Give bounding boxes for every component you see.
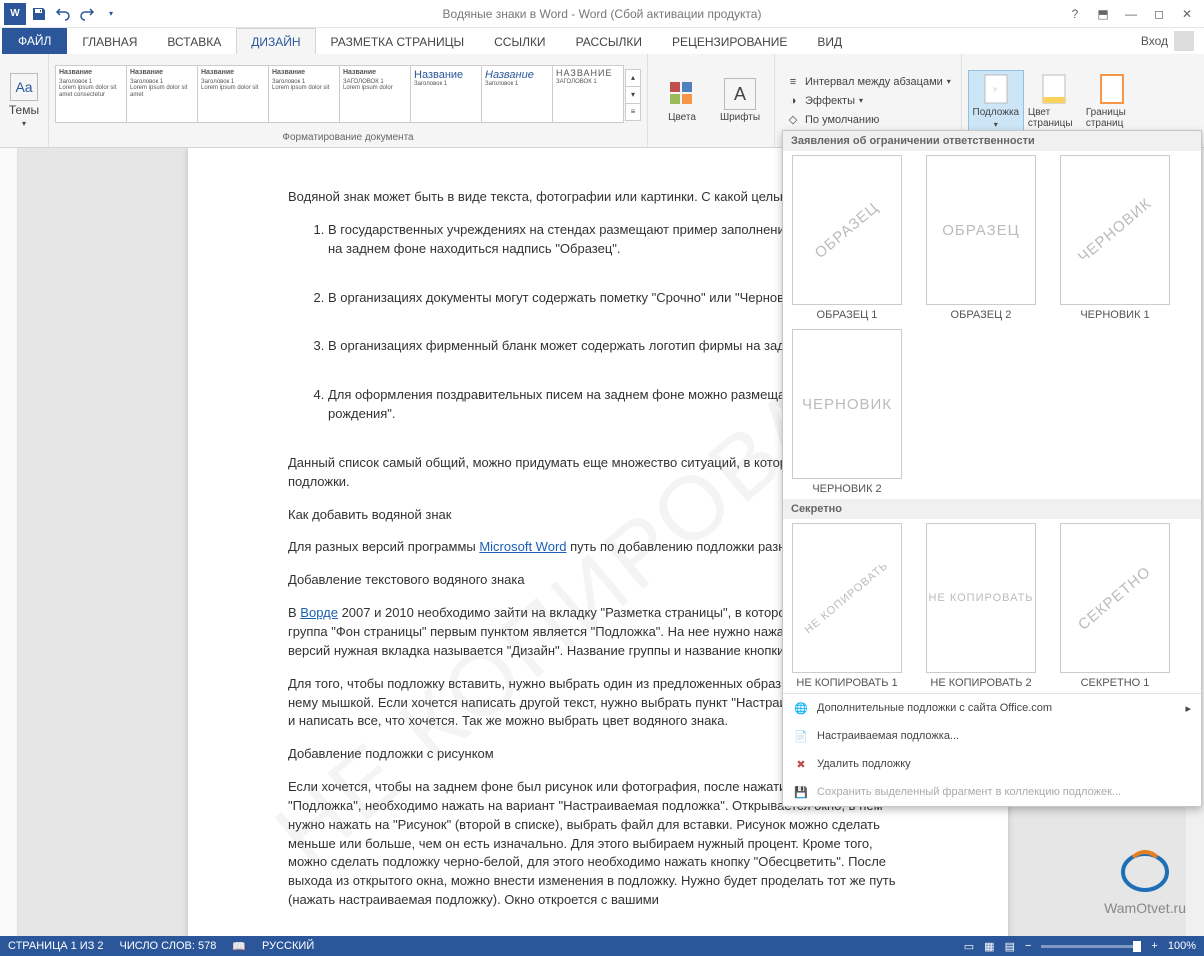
tab-file[interactable]: ФАЙЛ — [2, 28, 67, 54]
vertical-ruler[interactable] — [0, 148, 18, 936]
avatar-icon — [1174, 31, 1194, 51]
help-button[interactable]: ? — [1062, 3, 1088, 25]
format-tile[interactable]: НазваниеЗаголовок 1Lorem ipsum dolor sit… — [126, 65, 198, 123]
gallery-item[interactable]: ЧЕРНОВИКЧЕРНОВИК 2 — [787, 329, 907, 495]
redo-icon[interactable] — [76, 3, 98, 25]
status-page[interactable]: СТРАНИЦА 1 ИЗ 2 — [8, 940, 104, 952]
status-words[interactable]: ЧИСЛО СЛОВ: 578 — [120, 940, 217, 952]
window-title: Водяные знаки в Word - Word (Сбой актива… — [0, 7, 1204, 21]
gallery-item[interactable]: ОБРАЗЕЦОБРАЗЕЦ 1 — [787, 155, 907, 321]
watermark-button[interactable]: AПодложка▾ — [968, 70, 1024, 132]
format-tile[interactable]: НАЗВАНИЕЗАГОЛОВОК 1 — [552, 65, 624, 123]
gallery-grid: НЕ КОПИРОВАТЬНЕ КОПИРОВАТЬ 1 НЕ КОПИРОВА… — [783, 519, 1201, 693]
effects-icon: ◑ — [785, 93, 801, 109]
gallery-section-header: Заявления об ограничении ответственности — [783, 131, 1201, 151]
colors-icon — [666, 78, 698, 110]
titlebar: W ▾ Водяные знаки в Word - Word (Сбой ак… — [0, 0, 1204, 28]
tab-references[interactable]: ССЫЛКИ — [479, 28, 560, 54]
sign-in[interactable]: Вход — [1131, 28, 1204, 54]
tab-review[interactable]: РЕЦЕНЗИРОВАНИЕ — [657, 28, 802, 54]
default-icon: ◇ — [785, 112, 801, 128]
tab-insert[interactable]: ВСТАВКА — [152, 28, 236, 54]
spacing-icon: ≡ — [785, 74, 801, 90]
menu-save-selection: 💾Сохранить выделенный фрагмент в коллекц… — [783, 778, 1201, 806]
view-read-icon[interactable]: ▭ — [964, 940, 974, 953]
format-tile[interactable]: НазваниеЗаголовок 1Lorem ipsum dolor sit — [268, 65, 340, 123]
window-controls: ? ⬒ — ◻ ✕ — [1062, 3, 1200, 25]
custom-icon: 📄 — [793, 728, 809, 744]
group-themes: Aa Темы▾ — [0, 54, 49, 147]
view-print-icon[interactable]: ▦ — [984, 940, 994, 953]
paragraph-spacing-button[interactable]: ≡Интервал между абзацами▾ — [781, 73, 955, 91]
themes-button[interactable]: Aa Темы▾ — [6, 73, 42, 128]
quick-access-toolbar: W ▾ — [4, 3, 122, 25]
page-color-icon — [1038, 73, 1070, 105]
zoom-in-button[interactable]: + — [1151, 940, 1157, 952]
view-web-icon[interactable]: ▤ — [1005, 940, 1015, 953]
gallery-item[interactable]: НЕ КОПИРОВАТЬНЕ КОПИРОВАТЬ 2 — [921, 523, 1041, 689]
format-tile[interactable]: НазваниеЗаголовок 1Lorem ipsum dolor sit — [197, 65, 269, 123]
undo-icon[interactable] — [52, 3, 74, 25]
borders-icon — [1096, 73, 1128, 105]
word-icon[interactable]: W — [4, 3, 26, 25]
ribbon-tabs: ФАЙЛ ГЛАВНАЯ ВСТАВКА ДИЗАЙН РАЗМЕТКА СТР… — [0, 28, 1204, 54]
colors-button[interactable]: Цвета — [654, 76, 710, 125]
gallery-section-header: Секретно — [783, 499, 1201, 519]
effects-button[interactable]: ◑Эффекты▾ — [781, 92, 955, 110]
gallery-item[interactable]: СЕКРЕТНОСЕКРЕТНО 1 — [1055, 523, 1175, 689]
tab-design[interactable]: ДИЗАЙН — [236, 28, 315, 54]
format-tile[interactable]: НазваниеЗаголовок 1 — [481, 65, 553, 123]
tab-view[interactable]: ВИД — [802, 28, 857, 54]
gallery-grid: ОБРАЗЕЦОБРАЗЕЦ 1 ОБРАЗЕЦОБРАЗЕЦ 2 ЧЕРНОВ… — [783, 151, 1201, 499]
page-borders-button[interactable]: Границы страниц — [1084, 71, 1140, 131]
gallery-item[interactable]: ЧЕРНОВИКЧЕРНОВИК 1 — [1055, 155, 1175, 321]
site-logo: WamOtvet.ru — [1104, 847, 1186, 916]
default-button[interactable]: ◇По умолчанию — [781, 111, 955, 129]
themes-icon: Aa — [10, 73, 38, 101]
maximize-button[interactable]: ◻ — [1146, 3, 1172, 25]
close-button[interactable]: ✕ — [1174, 3, 1200, 25]
status-language[interactable]: РУССКИЙ — [262, 940, 314, 952]
tab-page-layout[interactable]: РАЗМЕТКА СТРАНИЦЫ — [316, 28, 480, 54]
save-icon[interactable] — [28, 3, 50, 25]
gallery-item[interactable]: НЕ КОПИРОВАТЬНЕ КОПИРОВАТЬ 1 — [787, 523, 907, 689]
gallery-menu: 🌐Дополнительные подложки с сайта Office.… — [783, 693, 1201, 806]
format-spinner[interactable]: ▴▾≡ — [625, 69, 641, 120]
fonts-button[interactable]: AШрифты — [712, 76, 768, 125]
page-color-button[interactable]: Цвет страницы — [1026, 71, 1082, 131]
tab-mailings[interactable]: РАССЫЛКИ — [561, 28, 657, 54]
zoom-level[interactable]: 100% — [1168, 940, 1196, 952]
office-icon: 🌐 — [793, 700, 809, 716]
group-colors-fonts: Цвета AШрифты — [648, 54, 775, 147]
qat-customize-icon[interactable]: ▾ — [100, 3, 122, 25]
gallery-item[interactable]: ОБРАЗЕЦОБРАЗЕЦ 2 — [921, 155, 1041, 321]
watermark-gallery: Заявления об ограничении ответственности… — [782, 130, 1202, 807]
status-proofing-icon[interactable]: 📖 — [232, 940, 246, 953]
format-tile[interactable]: НазваниеЗаголовок 1Lorem ipsum dolor sit… — [55, 65, 127, 123]
zoom-out-button[interactable]: − — [1025, 940, 1031, 952]
remove-icon: ✖ — [793, 756, 809, 772]
zoom-slider[interactable] — [1041, 945, 1141, 948]
ribbon-options-icon[interactable]: ⬒ — [1090, 3, 1116, 25]
watermark-icon: A — [980, 73, 1012, 105]
format-tile[interactable]: НазваниеЗАГОЛОВОК 1Lorem ipsum dolor — [339, 65, 411, 123]
format-tile[interactable]: НазваниеЗаголовок 1 — [410, 65, 482, 123]
group-document-formatting: НазваниеЗаголовок 1Lorem ipsum dolor sit… — [49, 54, 648, 147]
fonts-icon: A — [724, 78, 756, 110]
menu-remove-watermark[interactable]: ✖Удалить подложку — [783, 750, 1201, 778]
save-selection-icon: 💾 — [793, 784, 809, 800]
menu-more-office[interactable]: 🌐Дополнительные подложки с сайта Office.… — [783, 694, 1201, 722]
statusbar: СТРАНИЦА 1 ИЗ 2 ЧИСЛО СЛОВ: 578 📖 РУССКИ… — [0, 936, 1204, 956]
tab-home[interactable]: ГЛАВНАЯ — [67, 28, 152, 54]
minimize-button[interactable]: — — [1118, 3, 1144, 25]
menu-custom-watermark[interactable]: 📄Настраиваемая подложка... — [783, 722, 1201, 750]
format-gallery[interactable]: НазваниеЗаголовок 1Lorem ipsum dolor sit… — [55, 56, 641, 132]
